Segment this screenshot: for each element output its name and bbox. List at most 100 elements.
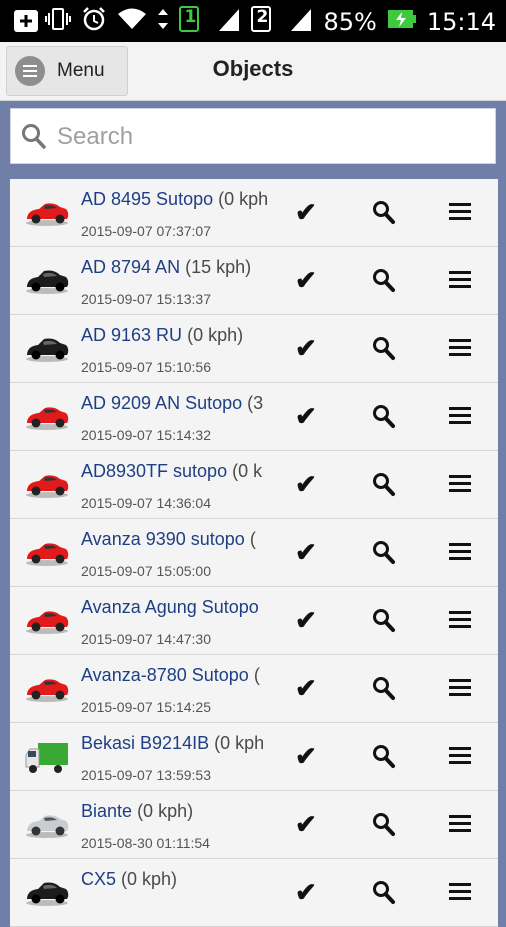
object-speed: (0 kph) bbox=[187, 325, 244, 345]
hamburger-menu-icon[interactable] bbox=[449, 339, 471, 357]
checkmark-icon[interactable]: ✔ bbox=[295, 333, 317, 364]
search-icon[interactable] bbox=[372, 540, 396, 571]
red-car-icon bbox=[24, 469, 70, 499]
checkmark-icon[interactable]: ✔ bbox=[295, 673, 317, 704]
object-row[interactable]: CX5 (0 kph) ✔ bbox=[10, 859, 498, 927]
checkmark-icon[interactable]: ✔ bbox=[295, 741, 317, 772]
clock-time: 15:14 bbox=[426, 8, 496, 36]
hamburger-menu-icon[interactable] bbox=[449, 475, 471, 493]
object-timestamp: 2015-09-07 14:36:04 bbox=[81, 495, 211, 511]
red-car-icon bbox=[24, 673, 70, 703]
menu-button[interactable]: Menu bbox=[6, 46, 128, 96]
object-title: AD8930TF sutopo bbox=[81, 461, 228, 481]
object-name[interactable]: Biante (0 kph) bbox=[81, 801, 273, 822]
hamburger-menu-icon[interactable] bbox=[449, 203, 471, 221]
object-row[interactable]: Avanza 9390 sutopo ( 2015-09-07 15:05:00 ✔ bbox=[10, 519, 498, 587]
object-title: AD 9209 AN Sutopo bbox=[81, 393, 243, 413]
wifi-icon bbox=[117, 7, 147, 37]
checkmark-icon[interactable]: ✔ bbox=[295, 401, 317, 432]
hamburger-menu-icon[interactable] bbox=[449, 679, 471, 697]
checkmark-icon[interactable]: ✔ bbox=[295, 537, 317, 568]
notification-add-icon bbox=[12, 8, 40, 39]
search-icon[interactable] bbox=[372, 676, 396, 707]
object-speed: (3 bbox=[247, 393, 264, 413]
sim2-label: 2 bbox=[256, 7, 269, 27]
search-icon[interactable] bbox=[372, 336, 396, 367]
red-car-icon bbox=[24, 605, 70, 635]
menu-icon bbox=[15, 56, 45, 86]
red-car-icon bbox=[24, 401, 70, 431]
object-name[interactable]: AD8930TF sutopo (0 k bbox=[81, 461, 273, 482]
object-timestamp: 2015-09-07 14:47:30 bbox=[81, 631, 211, 647]
alarm-icon bbox=[81, 6, 107, 38]
object-timestamp: 2015-09-07 15:10:56 bbox=[81, 359, 211, 375]
checkmark-icon[interactable]: ✔ bbox=[295, 197, 317, 228]
checkmark-icon[interactable]: ✔ bbox=[295, 265, 317, 296]
hamburger-menu-icon[interactable] bbox=[449, 271, 471, 289]
object-row[interactable]: Bekasi B9214IB (0 kph 2015-09-07 13:59:53… bbox=[10, 723, 498, 791]
search-icon bbox=[21, 123, 47, 156]
object-name[interactable]: Avanza Agung Sutopo bbox=[81, 597, 273, 618]
object-row[interactable]: Biante (0 kph) 2015-08-30 01:11:54 ✔ bbox=[10, 791, 498, 859]
object-row[interactable]: AD8930TF sutopo (0 k 2015-09-07 14:36:04 ✔ bbox=[10, 451, 498, 519]
object-timestamp: 2015-09-07 15:13:37 bbox=[81, 291, 211, 307]
red-car-icon bbox=[24, 197, 70, 227]
object-name[interactable]: AD 8794 AN (15 kph) bbox=[81, 257, 273, 278]
black-car-icon bbox=[24, 333, 70, 363]
object-name[interactable]: CX5 (0 kph) bbox=[81, 869, 273, 890]
object-title: AD 9163 RU bbox=[81, 325, 183, 345]
hamburger-menu-icon[interactable] bbox=[449, 883, 471, 901]
object-row[interactable]: AD 9209 AN Sutopo (3 2015-09-07 15:14:32 ✔ bbox=[10, 383, 498, 451]
search-icon[interactable] bbox=[372, 268, 396, 299]
checkmark-icon[interactable]: ✔ bbox=[295, 877, 317, 908]
object-title: Avanza Agung Sutopo bbox=[81, 597, 259, 617]
hamburger-menu-icon[interactable] bbox=[449, 815, 471, 833]
search-icon[interactable] bbox=[372, 608, 396, 639]
object-title: AD 8495 Sutopo bbox=[81, 189, 214, 209]
app-header: Objects Menu bbox=[0, 42, 506, 101]
object-name[interactable]: AD 8495 Sutopo (0 kph bbox=[81, 189, 273, 210]
object-title: AD 8794 AN bbox=[81, 257, 181, 277]
battery-charging-icon bbox=[387, 7, 417, 37]
object-row[interactable]: AD 9163 RU (0 kph) 2015-09-07 15:10:56 ✔ bbox=[10, 315, 498, 383]
hamburger-menu-icon[interactable] bbox=[449, 543, 471, 561]
checkmark-icon[interactable]: ✔ bbox=[295, 809, 317, 840]
object-speed: ( bbox=[249, 529, 256, 549]
search-icon[interactable] bbox=[372, 812, 396, 843]
object-row[interactable]: Avanza Agung Sutopo 2015-09-07 14:47:30 ✔ bbox=[10, 587, 498, 655]
sim2-signal-icon: 2 bbox=[251, 6, 313, 38]
object-row[interactable]: AD 8794 AN (15 kph) 2015-09-07 15:13:37 ✔ bbox=[10, 247, 498, 315]
checkmark-icon[interactable]: ✔ bbox=[295, 605, 317, 636]
green-truck-icon bbox=[24, 741, 70, 773]
object-speed: (0 k bbox=[232, 461, 263, 481]
object-timestamp: 2015-09-07 07:37:07 bbox=[81, 223, 211, 239]
object-timestamp: 2015-09-07 15:05:00 bbox=[81, 563, 211, 579]
object-speed: ( bbox=[253, 665, 260, 685]
objects-list: AD 8495 Sutopo (0 kph 2015-09-07 07:37:07… bbox=[10, 179, 498, 927]
object-row[interactable]: Avanza-8780 Sutopo (2015-09-07 15:14:25 ✔ bbox=[10, 655, 498, 723]
object-speed: (0 kph bbox=[214, 733, 265, 753]
search-icon[interactable] bbox=[372, 200, 396, 231]
object-row[interactable]: AD 8495 Sutopo (0 kph 2015-09-07 07:37:07… bbox=[10, 179, 498, 247]
object-name[interactable]: AD 9209 AN Sutopo (3 bbox=[81, 393, 273, 414]
hamburger-menu-icon[interactable] bbox=[449, 611, 471, 629]
hamburger-menu-icon[interactable] bbox=[449, 407, 471, 425]
object-name[interactable]: Avanza 9390 sutopo ( bbox=[81, 529, 273, 550]
object-timestamp: 2015-08-30 01:11:54 bbox=[81, 835, 210, 851]
object-speed: (0 kph bbox=[218, 189, 269, 209]
sim1-signal-icon: 1 bbox=[179, 6, 241, 38]
search-input[interactable] bbox=[55, 117, 479, 157]
search-bar bbox=[10, 108, 496, 164]
search-icon[interactable] bbox=[372, 880, 396, 911]
search-icon[interactable] bbox=[372, 404, 396, 435]
search-icon[interactable] bbox=[372, 744, 396, 775]
checkmark-icon[interactable]: ✔ bbox=[295, 469, 317, 500]
object-name[interactable]: Bekasi B9214IB (0 kph bbox=[81, 733, 273, 754]
silver-car-icon bbox=[24, 809, 70, 839]
data-transfer-icon bbox=[157, 7, 169, 37]
search-icon[interactable] bbox=[372, 472, 396, 503]
black-car-icon bbox=[24, 877, 70, 907]
object-name[interactable]: Avanza-8780 Sutopo ( bbox=[81, 665, 273, 686]
hamburger-menu-icon[interactable] bbox=[449, 747, 471, 765]
object-name[interactable]: AD 9163 RU (0 kph) bbox=[81, 325, 273, 346]
